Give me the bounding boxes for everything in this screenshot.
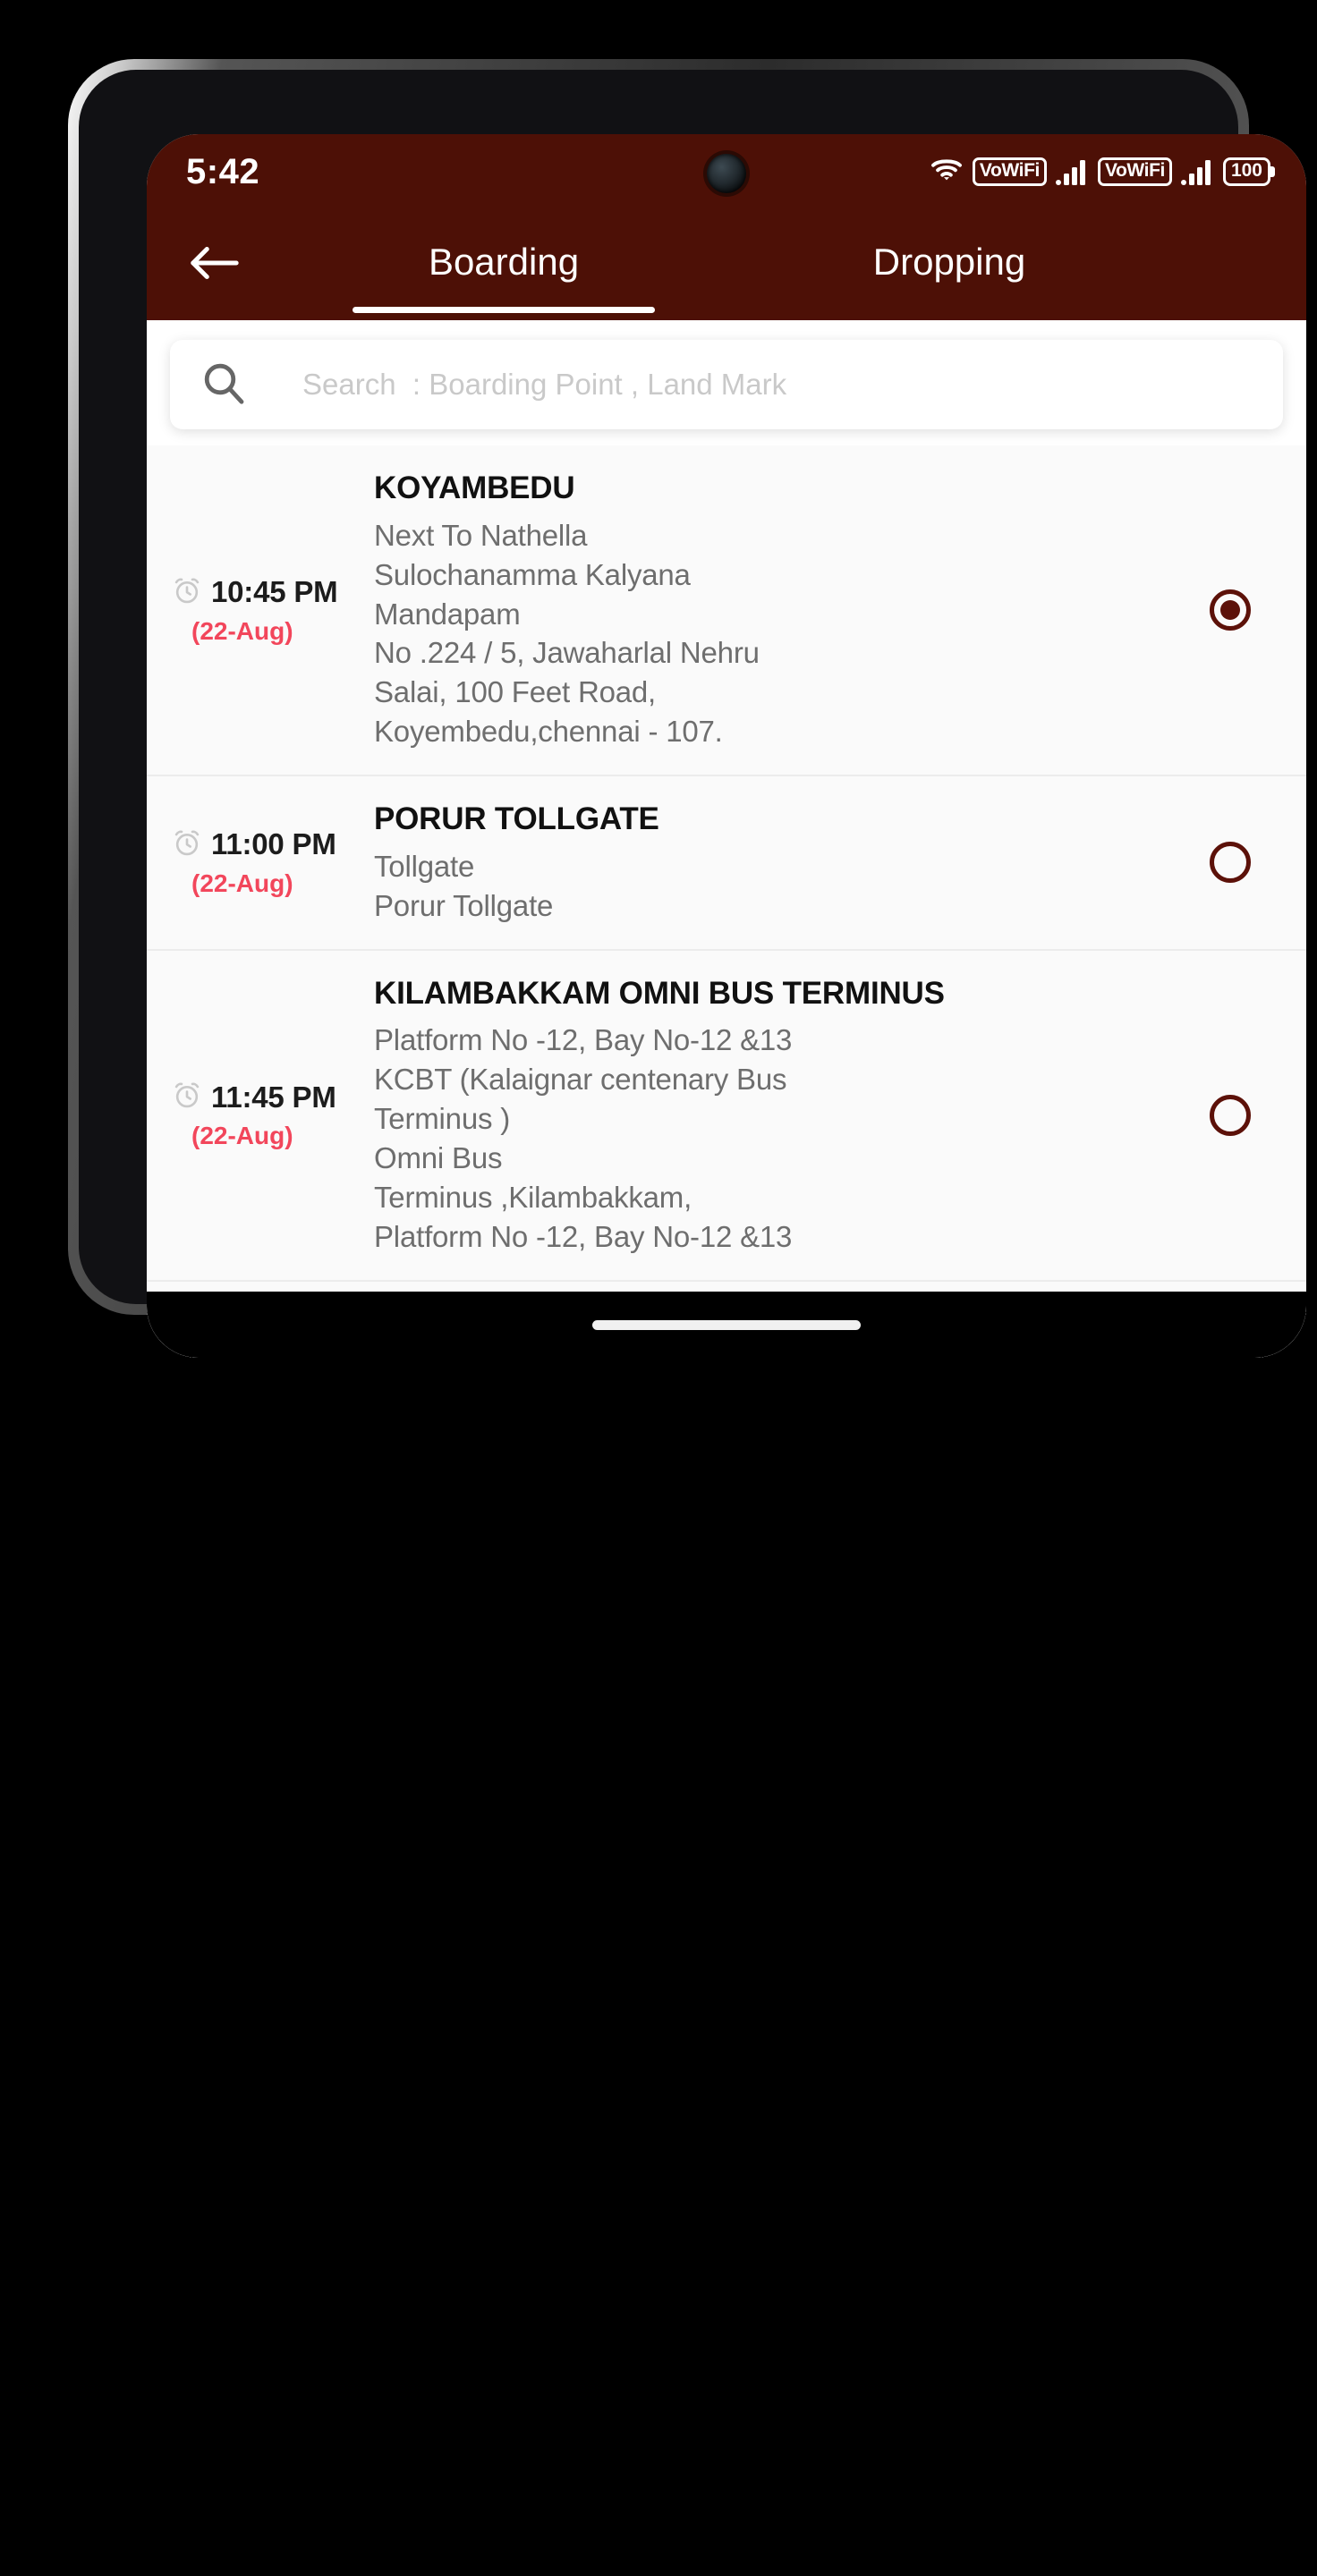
vowifi-badge-sim1: VoWiFi (972, 157, 1047, 186)
signal-icon-sim1 (1055, 158, 1085, 185)
boarding-point-date: (22-Aug) (191, 1122, 293, 1150)
boarding-point-time: 10:45 PM (211, 575, 338, 609)
boarding-point-row[interactable]: 11:45 PM (22-Aug) KILAMBAKKAM OMNI BUS TER… (147, 950, 1306, 1282)
boarding-point-time-column: 10:45 PM (22-Aug) (166, 575, 374, 646)
boarding-point-time-line: 10:45 PM (172, 575, 374, 610)
radio-button[interactable] (1210, 1094, 1251, 1136)
arrow-left-icon (188, 243, 240, 287)
app-bar-spacer (1172, 209, 1306, 320)
boarding-point-time: 11:00 PM (211, 827, 336, 861)
alarm-clock-icon (172, 827, 202, 862)
app-body: 10:45 PM (22-Aug) KOYAMBEDU Next To Nathell… (147, 320, 1306, 1358)
search-icon (200, 360, 247, 411)
search-box[interactable] (170, 340, 1283, 429)
boarding-point-info-column: PORUR TOLLGATE Tollgate Porur Tollgate (374, 800, 1181, 926)
front-camera-punch-hole (707, 154, 746, 193)
boarding-point-name: KILAMBAKKAM OMNI BUS TERMINUS (374, 975, 945, 1011)
boarding-point-info-column: KOYAMBEDU Next To Nathella Sulochanamma K… (374, 469, 1181, 751)
alarm-clock-icon (172, 575, 202, 610)
boarding-point-row[interactable]: 10:45 PM (22-Aug) KOYAMBEDU Next To Nathell… (147, 445, 1306, 777)
boarding-point-name: KOYAMBEDU (374, 470, 575, 505)
boarding-point-time-column: 11:00 PM (22-Aug) (166, 827, 374, 898)
boarding-point-address: Next To Nathella Sulochanamma Kalyana Ma… (374, 518, 760, 749)
tab-boarding[interactable]: Boarding (281, 209, 726, 320)
radio-button[interactable] (1210, 842, 1251, 884)
status-bar: 5:42 VoWiFi VoWiFi 100 (147, 134, 1306, 209)
status-time: 5:42 (186, 152, 260, 191)
boarding-point-address: Tollgate Porur Tollgate (374, 849, 554, 922)
boarding-point-radio-column[interactable] (1181, 1094, 1279, 1136)
boarding-point-radio-column[interactable] (1181, 589, 1279, 631)
radio-button-selected[interactable] (1210, 589, 1251, 631)
app-bar: Boarding Dropping (147, 209, 1306, 320)
battery-badge: 100 (1222, 157, 1270, 186)
boarding-point-info-column: KILAMBAKKAM OMNI BUS TERMINUS Platform No… (374, 974, 1181, 1257)
alarm-clock-icon (172, 1080, 202, 1114)
boarding-point-time-line: 11:00 PM (172, 827, 374, 862)
boarding-point-radio-column[interactable] (1181, 842, 1279, 884)
boarding-point-time: 11:45 PM (211, 1080, 336, 1114)
signal-icon-sim2 (1180, 158, 1211, 185)
search-section (147, 320, 1306, 445)
phone-frame: 5:42 VoWiFi VoWiFi 100 Boarding Dropping… (68, 59, 1306, 1358)
boarding-point-date: (22-Aug) (191, 869, 293, 897)
phone-screen: 5:42 VoWiFi VoWiFi 100 Boarding Dropping… (147, 134, 1306, 1358)
boarding-point-row[interactable]: 11:00 PM (22-Aug) PORUR TOLLGATE Tollgate P… (147, 776, 1306, 951)
boarding-point-time-line: 11:45 PM (172, 1080, 374, 1114)
status-icons: VoWiFi VoWiFi 100 (930, 157, 1270, 188)
boarding-point-time-column: 11:45 PM (22-Aug) (166, 1080, 374, 1150)
boarding-point-name: PORUR TOLLGATE (374, 801, 659, 837)
home-gesture-pill[interactable] (592, 1319, 861, 1330)
vowifi-badge-sim2: VoWiFi (1097, 157, 1172, 186)
boarding-point-date: (22-Aug) (191, 616, 293, 645)
search-input[interactable] (301, 367, 1253, 402)
wifi-icon (930, 157, 964, 188)
back-button[interactable] (147, 209, 281, 320)
boarding-point-address: Platform No -12, Bay No-12 &13 KCBT (Kal… (374, 1023, 793, 1253)
tab-dropping[interactable]: Dropping (726, 209, 1172, 320)
system-nav-bar (147, 1292, 1306, 1358)
boarding-point-list[interactable]: 10:45 PM (22-Aug) KOYAMBEDU Next To Nathell… (147, 445, 1306, 1358)
